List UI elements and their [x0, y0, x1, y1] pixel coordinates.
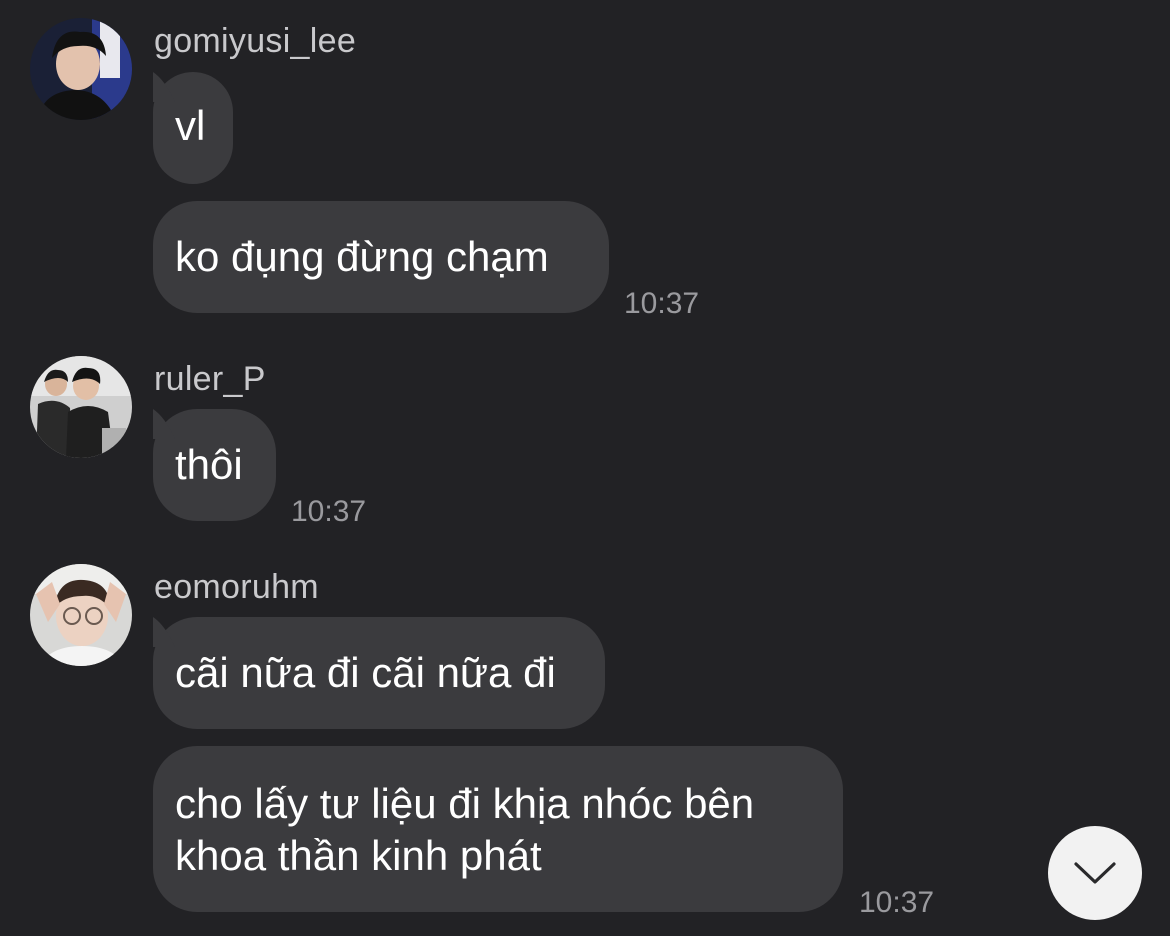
message-bubble[interactable]: cãi nữa đi cãi nữa đi	[153, 617, 605, 729]
message-timestamp: 10:37	[859, 886, 935, 919]
scroll-to-bottom-button[interactable]	[1048, 826, 1142, 920]
avatar[interactable]	[30, 564, 132, 666]
message-timestamp: 10:37	[291, 495, 367, 528]
username[interactable]: gomiyusi_lee	[154, 24, 356, 58]
avatar-photo-icon	[30, 18, 132, 120]
message-timestamp: 10:37	[624, 287, 700, 320]
username[interactable]: ruler_P	[154, 362, 266, 396]
message-bubble[interactable]: thôi	[153, 409, 276, 521]
avatar[interactable]	[30, 18, 132, 120]
avatar[interactable]	[30, 356, 132, 458]
message-bubble[interactable]: ko đụng đừng chạm	[153, 201, 609, 313]
avatar-photo-icon	[30, 356, 132, 458]
username[interactable]: eomoruhm	[154, 570, 319, 604]
message-bubble[interactable]: cho lấy tư liệu đi khịa nhóc bên khoa th…	[153, 746, 843, 912]
avatar-photo-icon	[30, 564, 132, 666]
chevron-down-icon	[1074, 862, 1116, 884]
message-bubble[interactable]: vl	[153, 72, 233, 184]
